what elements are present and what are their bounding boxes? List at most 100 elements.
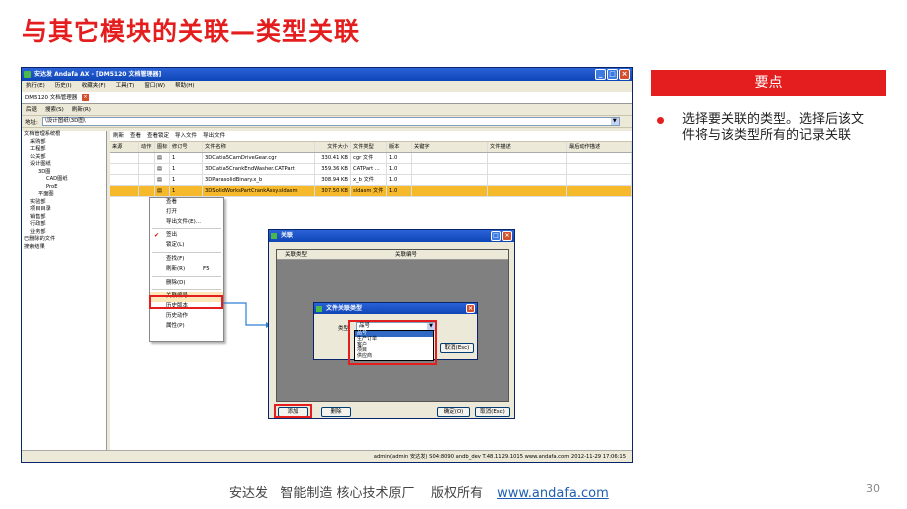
menu-item-history-action[interactable]: 历史动作: [150, 312, 223, 322]
table-row-selected[interactable]: ▤ 1 3DSolidWorksPartCrankAssy.sldasm 307…: [110, 186, 632, 197]
tree-item[interactable]: CAD图纸: [22, 176, 106, 184]
menu-item-refresh[interactable]: 刷新(R) F5: [150, 265, 223, 275]
back-button[interactable]: 后退: [26, 104, 37, 115]
bullet-dot: [657, 117, 664, 124]
menu-favorites[interactable]: 收藏夹(F): [82, 81, 106, 92]
tree-item[interactable]: 实验部: [22, 199, 106, 207]
file-icon: ▤: [155, 153, 170, 163]
tree-item[interactable]: 公关部: [22, 154, 106, 162]
close-button[interactable]: ×: [466, 304, 475, 313]
menu-item-delete[interactable]: 删除(D): [150, 279, 223, 289]
link-dialog-titlebar[interactable]: 关联 □ ×: [269, 230, 514, 242]
tree-item[interactable]: 业务部: [22, 229, 106, 237]
tree-item[interactable]: 已删除的文件: [22, 236, 106, 244]
filename-cell: 3DCatia5CamDriveGear.cgr: [203, 153, 315, 163]
filename-cell: 3DParasolidBinary.x_b: [203, 175, 315, 185]
maximize-button[interactable]: □: [607, 69, 618, 80]
window-title: 安达发 Andafa AX - [DM5120 文档管理器]: [34, 71, 162, 78]
column-header[interactable]: 来源: [110, 142, 139, 152]
tree-item[interactable]: 项目目录: [22, 206, 106, 214]
footer-text: 安达发 智能制造 核心技术原厂 版权所有: [229, 486, 484, 501]
close-button[interactable]: ×: [619, 69, 630, 80]
column-header[interactable]: 最后动作描述: [567, 142, 632, 152]
filename-cell: 3DSolidWorksPartCrankAssy.sldasm: [203, 186, 315, 196]
delete-button[interactable]: 删除: [321, 407, 351, 417]
ok-button[interactable]: 确定(O): [437, 407, 470, 417]
address-label: 地址:: [25, 119, 38, 126]
footer: 安达发 智能制造 核心技术原厂 版权所有 www.andafa.com: [229, 482, 609, 501]
page-number: 30: [866, 482, 880, 495]
menu-bar: 执行(E) 历史(I) 收藏夹(F) 工具(T) 窗口(W) 帮助(H): [22, 81, 632, 92]
column-header[interactable]: 动作: [139, 142, 155, 152]
column-header[interactable]: 关键字: [412, 142, 488, 152]
column-header[interactable]: 文件名称: [203, 142, 315, 152]
menu-tools[interactable]: 工具(T): [116, 81, 135, 92]
table-row[interactable]: ▤ 1 3DCatia5CamDriveGear.cgr 330.41 KB c…: [110, 153, 632, 164]
grid-refresh-button[interactable]: 刷新: [113, 131, 124, 141]
menu-item-checkout[interactable]: ✔ 签出: [150, 231, 223, 241]
link-type-dialog-titlebar[interactable]: 文件关联类型 ×: [314, 303, 477, 314]
grid-view-button[interactable]: 查看: [130, 131, 141, 141]
tree-item[interactable]: 文档管理系统根: [22, 131, 106, 139]
type-cell: cgr 文件: [351, 153, 387, 163]
menu-item-open[interactable]: 打开: [150, 208, 223, 218]
document-tab[interactable]: DM5120 文档管理器 ×: [22, 92, 632, 104]
column-header[interactable]: 文件描述: [488, 142, 567, 152]
menu-item-export[interactable]: 导出文件(E)...: [150, 218, 223, 228]
column-header[interactable]: 修订号: [170, 142, 203, 152]
tree-item[interactable]: ProE: [22, 184, 106, 192]
table-row[interactable]: ▤ 1 3DCatia5CrankEndWasher.CATPart 359.3…: [110, 164, 632, 175]
menu-item-properties[interactable]: 属性(P): [150, 322, 223, 332]
grid-toolbar: 刷新 查看 查看锁定 导入文件 导出文件: [110, 131, 632, 142]
close-tab-icon[interactable]: ×: [81, 94, 89, 101]
minimize-button[interactable]: _: [595, 69, 606, 80]
menu-item-view[interactable]: 查看: [150, 198, 223, 208]
highlight-box: [348, 320, 437, 365]
folder-tree: 文档管理系统根 采购部 工程部 公关部 设计图纸 3D图 CAD图纸 ProE …: [22, 131, 107, 451]
address-field[interactable]: \设计图纸\3D图\ ▼: [41, 117, 620, 126]
menu-item-find[interactable]: 查找(F): [150, 255, 223, 265]
window-titlebar[interactable]: 安达发 Andafa AX - [DM5120 文档管理器] _ □ ×: [22, 68, 632, 81]
import-file-button[interactable]: 导入文件: [175, 131, 197, 141]
column-header[interactable]: 关联类型: [277, 250, 387, 259]
cancel-button[interactable]: 取消(Esc): [440, 343, 474, 353]
key-points-header: 要点: [651, 70, 886, 96]
tree-item[interactable]: 工程部: [22, 146, 106, 154]
link-dialog-title: 关联: [281, 232, 294, 239]
search-button[interactable]: 搜索(S): [45, 104, 64, 115]
dialog-icon: [271, 233, 277, 239]
column-header[interactable]: 关联编号: [387, 250, 507, 259]
link-type-dialog-title: 文件关联类型: [326, 305, 363, 312]
tree-item[interactable]: 行政部: [22, 221, 106, 229]
column-header[interactable]: 版本: [387, 142, 412, 152]
menu-window[interactable]: 窗口(W): [144, 81, 165, 92]
menu-help[interactable]: 帮助(H): [175, 81, 194, 92]
table-row[interactable]: ▤ 1 3DParasolidBinary.x_b 308.94 KB x_b …: [110, 175, 632, 186]
highlight-box: [149, 295, 223, 309]
rev-cell: 1: [170, 164, 203, 174]
menu-item-label: 签出: [166, 232, 178, 239]
menu-execute[interactable]: 执行(E): [26, 81, 45, 92]
chevron-down-icon[interactable]: ▼: [610, 118, 619, 125]
refresh-button[interactable]: 刷新(R): [72, 104, 91, 115]
tree-item[interactable]: 搜索结果: [22, 244, 106, 252]
menu-history[interactable]: 历史(I): [55, 81, 72, 92]
column-header[interactable]: 图标: [155, 142, 170, 152]
version-cell: 1.0: [387, 175, 412, 185]
grid-view-lock-button[interactable]: 查看锁定: [147, 131, 169, 141]
version-cell: 1.0: [387, 153, 412, 163]
close-button[interactable]: ×: [502, 231, 512, 241]
maximize-button[interactable]: □: [491, 231, 501, 241]
menu-item-lock[interactable]: 锁定(L): [150, 241, 223, 251]
tree-item[interactable]: 3D图: [22, 169, 106, 177]
export-file-button[interactable]: 导出文件: [203, 131, 225, 141]
column-header[interactable]: 文件类型: [351, 142, 387, 152]
website-link[interactable]: www.andafa.com: [497, 486, 609, 501]
tree-item[interactable]: 采购部: [22, 139, 106, 147]
column-header[interactable]: 文件大小: [315, 142, 351, 152]
cancel-button[interactable]: 取消(Esc): [475, 407, 510, 417]
version-cell: 1.0: [387, 186, 412, 196]
tree-item[interactable]: 销售部: [22, 214, 106, 222]
tree-item[interactable]: 设计图纸: [22, 161, 106, 169]
tree-item[interactable]: 平面图: [22, 191, 106, 199]
